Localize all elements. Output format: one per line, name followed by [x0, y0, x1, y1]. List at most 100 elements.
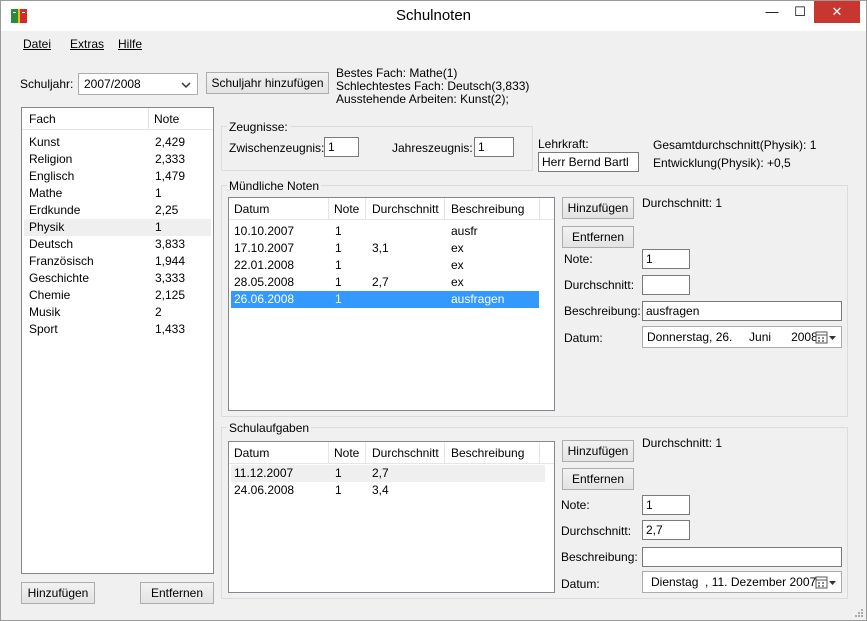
muendlich-datum-label: Datum:	[564, 331, 603, 345]
schulaufgaben-remove-button[interactable]: Entfernen	[562, 468, 634, 490]
datum-cell: 28.05.2008	[234, 275, 295, 289]
schlechtestes-fach-text: Schlechtestes Fach: Deutsch(3,833)	[336, 79, 530, 93]
fach-cell: Deutsch	[29, 237, 74, 251]
subject-row[interactable]: Französisch 1,944	[24, 253, 211, 270]
beschreibung-cell: ex	[451, 258, 464, 272]
subject-row[interactable]: Englisch 1,479	[24, 168, 211, 185]
schulaufgaben-durchschnitt-label: Durchschnitt:	[561, 524, 632, 538]
zwischenzeugnis-field[interactable]: 1	[324, 137, 359, 157]
title-bar: Schulnoten — ☐ ✕	[1, 1, 866, 31]
lehrkraft-label: Lehrkraft:	[538, 137, 589, 151]
minimize-button[interactable]: —	[758, 1, 786, 23]
muendliche-noten-title: Mündliche Noten	[227, 179, 322, 193]
schulaufgaben-beschreibung-label: Beschreibung:	[561, 550, 638, 564]
muendlich-durchschnitt-field[interactable]	[642, 275, 690, 295]
column-fach[interactable]: Fach	[29, 112, 56, 126]
calendar-dropdown-icon[interactable]	[815, 331, 837, 345]
menu-extras[interactable]: Extras	[70, 37, 104, 51]
muendlich-remove-button[interactable]: Entfernen	[562, 226, 634, 248]
fach-cell: Physik	[29, 220, 65, 234]
menu-hilfe[interactable]: Hilfe	[118, 37, 142, 51]
durchschnitt-cell: 3,1	[372, 241, 389, 255]
note-cell: 3,333	[155, 271, 186, 285]
subject-row[interactable]: Sport 1,433	[24, 321, 211, 338]
column-note[interactable]: Note	[334, 202, 359, 216]
muendlich-datum-value: Donnerstag, 26. Juni 2008	[647, 330, 818, 344]
muendlich-row[interactable]: 17.10.2007 1 3,1 ex	[231, 240, 539, 257]
add-subject-button[interactable]: Hinzufügen	[21, 582, 95, 604]
schulaufgaben-note-field[interactable]: 1	[642, 495, 690, 515]
note-cell: 1	[155, 186, 162, 200]
subject-row[interactable]: Erdkunde 2,25	[24, 202, 211, 219]
muendlich-row[interactable]: 10.10.2007 1 ausfr	[231, 223, 539, 240]
main-window: Schulnoten — ☐ ✕ Datei Extras Hilfe Schu…	[0, 0, 867, 621]
menu-datei[interactable]: Datei	[23, 37, 51, 51]
muendlich-datum-picker[interactable]: Donnerstag, 26. Juni 2008	[642, 326, 842, 348]
column-note[interactable]: Note	[154, 112, 179, 126]
note-cell: 1,944	[155, 254, 186, 268]
note-cell: 2,429	[155, 135, 186, 149]
subject-row[interactable]: Mathe 1	[24, 185, 211, 202]
maximize-button[interactable]: ☐	[786, 1, 814, 23]
schulaufgaben-list[interactable]: Datum Note Durchschnitt Beschreibung 11.…	[228, 441, 555, 593]
muendlich-row[interactable]: 26.06.2008 1 ausfragen	[231, 291, 539, 308]
fach-cell: Mathe	[29, 186, 63, 200]
schulaufgabe-row[interactable]: 11.12.2007 1 2,7	[231, 465, 545, 482]
muendlich-note-field[interactable]: 1	[642, 249, 690, 269]
note-cell: 1	[335, 258, 342, 272]
datum-cell: 24.06.2008	[234, 483, 295, 497]
zwischenzeugnis-label: Zwischenzeugnis:	[229, 141, 325, 155]
subject-row[interactable]: Chemie 2,125	[24, 287, 211, 304]
subject-row[interactable]: Musik 2	[24, 304, 211, 321]
schuljahr-select[interactable]: 2007/2008	[78, 73, 198, 95]
muendliche-noten-list[interactable]: Datum Note Durchschnitt Beschreibung 10.…	[228, 197, 555, 411]
muendlich-row[interactable]: 28.05.2008 1 2,7 ex	[231, 274, 539, 291]
lehrkraft-field[interactable]: Herr Bernd Bartl	[538, 152, 639, 172]
fach-cell: Sport	[29, 322, 58, 336]
muendlich-row[interactable]: 22.01.2008 1 ex	[231, 257, 539, 274]
muendlich-beschreibung-field[interactable]: ausfragen	[642, 301, 842, 321]
schulaufgaben-note-label: Note:	[561, 498, 590, 512]
durchschnitt-cell: 3,4	[372, 483, 389, 497]
column-datum[interactable]: Datum	[234, 446, 269, 460]
schulaufgaben-datum-label: Datum:	[561, 577, 600, 591]
beschreibung-cell: ausfr	[451, 224, 478, 238]
subject-row[interactable]: Physik 1	[24, 219, 211, 236]
column-durchschnitt[interactable]: Durchschnitt	[372, 446, 439, 460]
schulaufgaben-durchschnitt-field[interactable]: 2,7	[642, 520, 690, 540]
muendlich-durchschnitt-label: Durchschnitt:	[564, 278, 635, 292]
column-separator	[444, 198, 445, 220]
close-button[interactable]: ✕	[814, 1, 860, 23]
durchschnitt-cell: 2,7	[372, 275, 389, 289]
schulaufgabe-row[interactable]: 24.06.2008 1 3,4	[231, 482, 545, 499]
subject-row[interactable]: Kunst 2,429	[24, 134, 211, 151]
subject-row[interactable]: Geschichte 3,333	[24, 270, 211, 287]
fach-cell: Chemie	[29, 288, 71, 302]
datum-cell: 10.10.2007	[234, 224, 295, 238]
subjects-list[interactable]: Fach Note Kunst 2,429 Religion 2,333 Englisc…	[21, 107, 214, 574]
note-cell: 2,333	[155, 152, 186, 166]
schulaufgaben-durchschnitt-display: Durchschnitt: 1	[642, 436, 723, 450]
column-separator	[539, 442, 540, 464]
column-beschreibung[interactable]: Beschreibung	[451, 202, 524, 216]
schulaufgaben-add-button[interactable]: Hinzufügen	[562, 440, 634, 462]
subject-row[interactable]: Deutsch 3,833	[24, 236, 211, 253]
column-note[interactable]: Note	[334, 446, 359, 460]
beschreibung-cell: ausfragen	[451, 292, 505, 306]
schulaufgaben-title: Schulaufgaben	[227, 421, 312, 435]
column-beschreibung[interactable]: Beschreibung	[451, 446, 524, 460]
subject-row[interactable]: Religion 2,333	[24, 151, 211, 168]
schulaufgaben-datum-picker[interactable]: Dienstag , 11. Dezember 2007	[642, 571, 842, 593]
column-datum[interactable]: Datum	[234, 202, 269, 216]
column-separator	[365, 442, 366, 464]
jahreszeugnis-field[interactable]: 1	[474, 137, 514, 157]
resize-grip-icon[interactable]	[854, 608, 864, 618]
schulaufgaben-datum-value: Dienstag , 11. Dezember 2007	[651, 575, 817, 589]
add-schuljahr-button[interactable]: Schuljahr hinzufügen	[206, 72, 329, 94]
note-cell: 2	[155, 305, 162, 319]
muendlich-add-button[interactable]: Hinzufügen	[562, 197, 634, 219]
remove-subject-button[interactable]: Entfernen	[140, 582, 214, 604]
calendar-dropdown-icon[interactable]	[815, 576, 837, 590]
column-durchschnitt[interactable]: Durchschnitt	[372, 202, 439, 216]
schulaufgaben-beschreibung-field[interactable]	[642, 547, 842, 567]
